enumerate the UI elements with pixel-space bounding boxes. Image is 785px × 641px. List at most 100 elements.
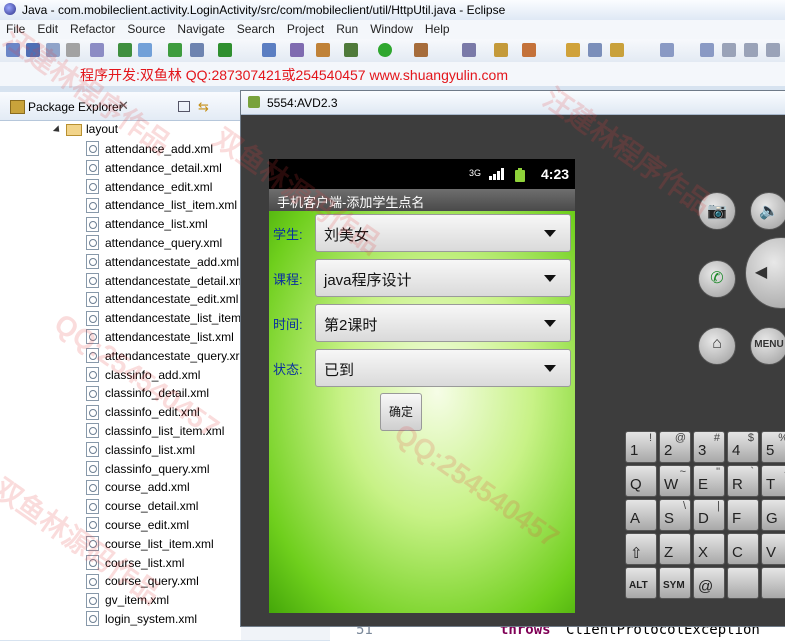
- keyboard-key[interactable]: 1!: [625, 431, 657, 463]
- collapse-all-icon[interactable]: [178, 101, 190, 112]
- tree-file-item[interactable]: course_list_item.xml: [86, 536, 214, 555]
- menu-run[interactable]: Run: [330, 20, 364, 36]
- time-spinner[interactable]: 第2课时: [315, 304, 571, 342]
- expand-arrow-icon[interactable]: [52, 125, 63, 135]
- sdk-manager-icon[interactable]: [190, 43, 204, 57]
- save-all-icon[interactable]: [46, 43, 60, 57]
- volume-button[interactable]: 🔈: [750, 192, 785, 230]
- tree-file-item[interactable]: attendance_query.xml: [86, 235, 222, 254]
- keyboard-key[interactable]: 3 #: [693, 431, 725, 463]
- menu-search[interactable]: Search: [231, 20, 281, 36]
- print-icon[interactable]: [66, 43, 80, 57]
- menu-refactor[interactable]: Refactor: [64, 20, 121, 36]
- tree-file-item[interactable]: classinfo_list_item.xml: [86, 423, 224, 442]
- keyboard-key[interactable]: Q: [625, 465, 657, 497]
- tree-file-item[interactable]: classinfo_detail.xml: [86, 385, 209, 404]
- keyboard-key[interactable]: X: [693, 533, 725, 565]
- tree-file-item[interactable]: classinfo_add.xml: [86, 366, 200, 386]
- new-icon[interactable]: [6, 43, 20, 57]
- tree-file-item[interactable]: attendance_list_item.xml: [86, 197, 237, 216]
- keyboard-key[interactable]: E ": [693, 465, 725, 497]
- pencil-icon[interactable]: [610, 43, 624, 57]
- keyboard-key[interactable]: [761, 567, 785, 599]
- link-icon[interactable]: [588, 43, 602, 57]
- keyboard-key[interactable]: A: [625, 499, 657, 531]
- build-icon[interactable]: [90, 43, 104, 57]
- close-icon[interactable]: ✕: [118, 98, 129, 114]
- confirm-button[interactable]: 确定: [380, 393, 422, 431]
- keyboard-key[interactable]: Z: [659, 533, 691, 565]
- menu-window[interactable]: Window: [364, 20, 419, 36]
- tree-file-item[interactable]: gv_item.xml: [86, 592, 169, 611]
- run-icon[interactable]: [378, 43, 392, 57]
- save-icon[interactable]: [26, 43, 40, 57]
- debug-icon[interactable]: [118, 43, 132, 57]
- keyboard-key[interactable]: R `: [727, 465, 759, 497]
- bug-icon[interactable]: [344, 43, 358, 57]
- course-spinner[interactable]: java程序设计: [315, 259, 571, 297]
- tree-file-item[interactable]: attendancestate_detail.xm: [86, 272, 245, 292]
- package-explorer-tab[interactable]: Package Explorer ✕ ⇆: [0, 92, 241, 121]
- tree-file-item[interactable]: course_add.xml: [86, 479, 190, 498]
- tree-file-item[interactable]: attendance_list.xml: [86, 216, 208, 235]
- menu-navigate[interactable]: Navigate: [171, 20, 230, 36]
- tree-file-item[interactable]: attendance_add.xml: [86, 141, 213, 160]
- tree-file-item[interactable]: course_detail.xml: [86, 498, 198, 517]
- keyboard-key[interactable]: @: [693, 567, 725, 599]
- keyboard-key[interactable]: W ~: [659, 465, 691, 497]
- keyboard-key[interactable]: S \: [659, 499, 691, 531]
- tree-file-item[interactable]: course_query.xml: [86, 573, 199, 592]
- keyboard-key[interactable]: [727, 567, 759, 599]
- dpad[interactable]: ◀: [745, 237, 785, 309]
- tree-file-item[interactable]: attendancestate_list_item: [86, 310, 241, 329]
- forward-icon[interactable]: [700, 43, 714, 57]
- keyboard-key[interactable]: ALT: [625, 567, 657, 599]
- download-icon[interactable]: [168, 43, 182, 57]
- student-spinner[interactable]: 刘美女: [315, 214, 571, 252]
- tree-file-item[interactable]: attendancestate_list.xml: [86, 329, 234, 348]
- keyboard-key[interactable]: T{: [761, 465, 785, 497]
- tree-file-item[interactable]: attendancestate_query.xr: [86, 348, 240, 367]
- new-package-icon[interactable]: [316, 43, 330, 57]
- tree-file-item[interactable]: attendance_edit.xml: [86, 178, 212, 198]
- keyboard-key[interactable]: C: [727, 533, 759, 565]
- keyboard-key[interactable]: G: [761, 499, 785, 531]
- tree-file-item[interactable]: classinfo_list.xml: [86, 442, 195, 461]
- tree-file-item[interactable]: course_edit.xml: [86, 517, 189, 536]
- keyboard-key[interactable]: SYM: [659, 567, 691, 599]
- folder-icon[interactable]: [566, 43, 580, 57]
- tree-file-item[interactable]: attendance_detail.xml: [86, 160, 222, 179]
- tree-file-item[interactable]: login_system.xml: [86, 611, 197, 630]
- keyboard-key[interactable]: 4 $: [727, 431, 759, 463]
- keyboard-key[interactable]: 2 @: [659, 431, 691, 463]
- tree-file-item[interactable]: classinfo_query.xml: [86, 460, 209, 480]
- open-task-icon[interactable]: [494, 43, 508, 57]
- state-spinner[interactable]: 已到: [315, 349, 571, 387]
- tree-file-item[interactable]: attendancestate_edit.xml: [86, 291, 238, 310]
- perspective-icon[interactable]: [744, 43, 758, 57]
- menu-project[interactable]: Project: [281, 20, 330, 36]
- menu-help[interactable]: Help: [419, 20, 456, 36]
- home-button[interactable]: ⌂: [698, 327, 736, 365]
- external-tools-icon[interactable]: [414, 43, 428, 57]
- open-type-icon[interactable]: [262, 43, 276, 57]
- checkbox-icon[interactable]: [218, 43, 232, 57]
- tree-file-item[interactable]: course_list.xml: [86, 554, 184, 574]
- back-icon[interactable]: [660, 43, 674, 57]
- emulator-title-bar[interactable]: 5554:AVD2.3: [241, 91, 785, 115]
- keyboard-key[interactable]: 5%: [761, 431, 785, 463]
- menu-edit[interactable]: Edit: [31, 20, 64, 36]
- menu-button[interactable]: MENU: [750, 327, 785, 365]
- keyboard-key[interactable]: ⇧: [625, 533, 657, 565]
- tree-folder-layout[interactable]: layout: [52, 122, 118, 140]
- keyboard-key[interactable]: D |: [693, 499, 725, 531]
- menu-file[interactable]: File: [0, 20, 31, 36]
- new-project-icon[interactable]: [138, 43, 152, 57]
- menu-source[interactable]: Source: [121, 20, 171, 36]
- search-icon[interactable]: [462, 43, 476, 57]
- tree-file-item[interactable]: attendancestate_add.xml: [86, 254, 239, 273]
- tree-file-item[interactable]: classinfo_edit.xml: [86, 404, 200, 423]
- java-perspective-icon[interactable]: [766, 43, 780, 57]
- link-with-editor-icon[interactable]: ⇆: [198, 99, 209, 115]
- pin-icon[interactable]: [722, 43, 736, 57]
